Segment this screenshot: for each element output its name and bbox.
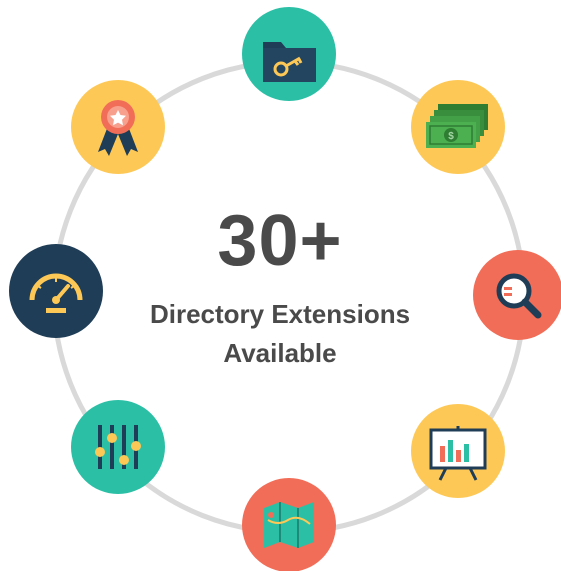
map-icon bbox=[242, 478, 336, 571]
search-magnifier-icon bbox=[473, 250, 561, 340]
key-folder-icon bbox=[242, 7, 336, 101]
equalizer-sliders-icon bbox=[71, 400, 165, 494]
money-stack-icon: $ bbox=[411, 80, 505, 174]
speedometer-icon bbox=[9, 244, 103, 338]
award-ribbon-icon bbox=[71, 80, 165, 174]
presentation-chart-icon bbox=[411, 404, 505, 498]
subtitle-line-2: Available bbox=[223, 338, 337, 368]
svg-text:$: $ bbox=[448, 131, 454, 142]
subtitle-line-1: Directory Extensions bbox=[149, 299, 411, 329]
extensions-count: 30+ bbox=[217, 201, 343, 281]
